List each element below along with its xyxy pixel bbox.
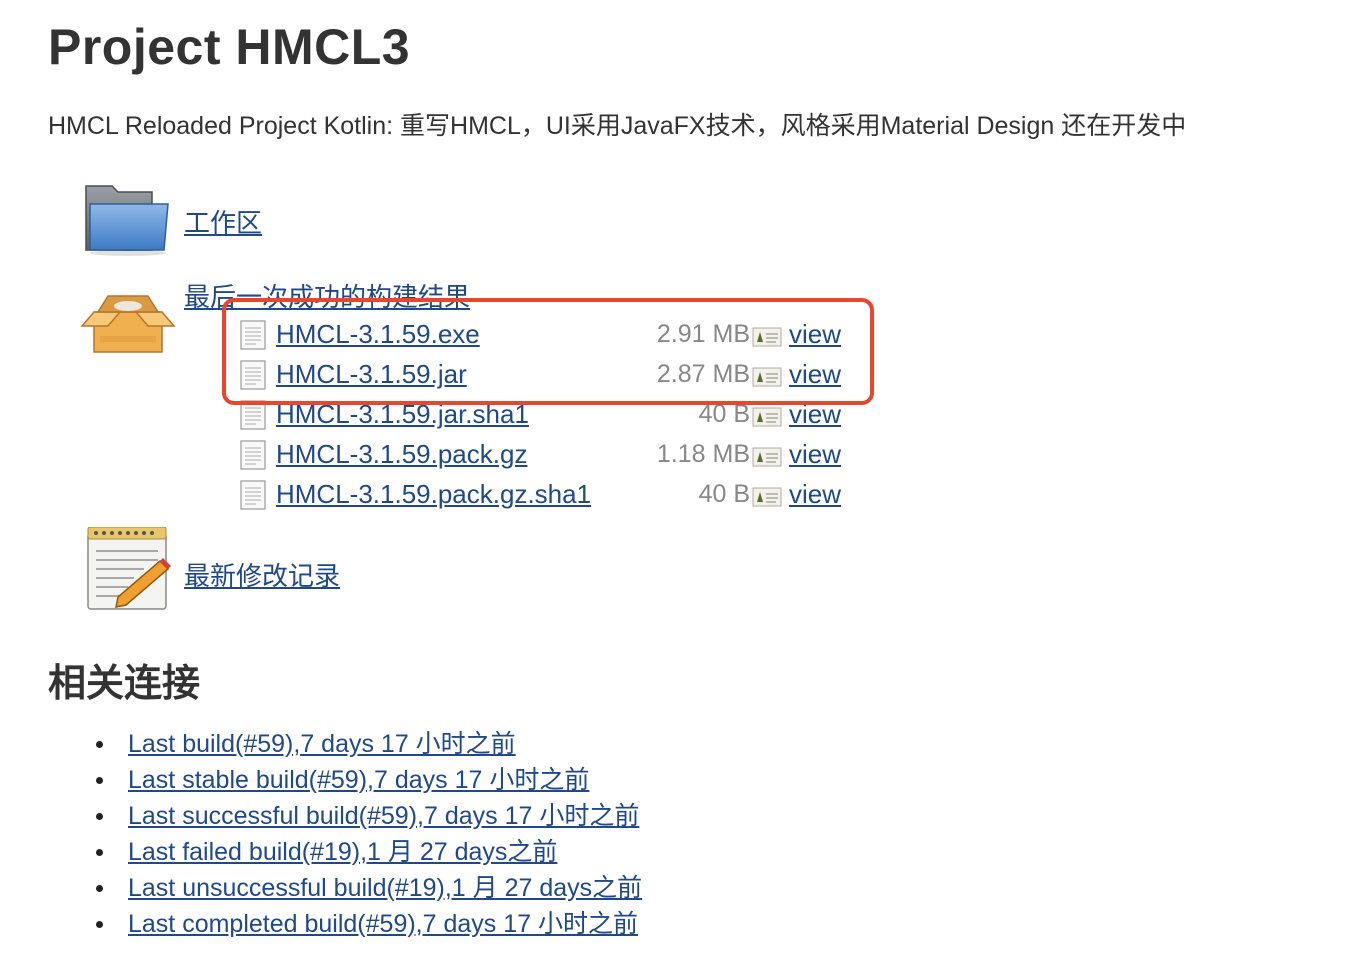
list-item: Last completed build(#59),7 days 17 小时之前: [96, 906, 642, 942]
bullet: [96, 777, 103, 784]
permalink-link[interactable]: Last completed build(#59),7 days 17 小时之前: [128, 910, 638, 938]
package-box-icon: [80, 295, 176, 353]
bullet: [96, 741, 103, 748]
bullet: [96, 921, 103, 928]
bullet: [96, 885, 103, 892]
artifact-link[interactable]: HMCL-3.1.59.pack.gz.sha1: [276, 476, 591, 512]
workspace-link[interactable]: 工作区: [184, 203, 262, 240]
highlight-box: [222, 298, 874, 405]
file-size: 40 B: [698, 480, 750, 508]
bullet: [96, 849, 103, 856]
artifact-link[interactable]: HMCL-3.1.59.pack.gz: [276, 436, 527, 472]
page-title: Project HMCL3: [48, 19, 411, 75]
permalink-link[interactable]: Last unsuccessful build(#19),1 月 27 days…: [128, 874, 642, 902]
artifact-row: HMCL-3.1.59.pack.gz 1.18 MB view: [238, 436, 858, 472]
file-icon: [240, 440, 266, 470]
related-links-list: Last build(#59),7 days 17 小时之前 Last stabl…: [96, 726, 642, 942]
related-links-heading: 相关连接: [48, 663, 201, 705]
project-description: HMCL Reloaded Project Kotlin: 重写HMCL，UI采…: [48, 112, 1187, 140]
artifact-row: HMCL-3.1.59.pack.gz.sha1 40 B view: [238, 476, 858, 512]
file-size: 1.18 MB: [656, 440, 750, 468]
permalink-link[interactable]: Last failed build(#19),1 月 27 days之前: [128, 838, 557, 866]
permalink-link[interactable]: Last stable build(#59),7 days 17 小时之前: [128, 766, 589, 794]
permalink-link[interactable]: Last successful build(#59),7 days 17 小时之…: [128, 802, 639, 830]
notepad-pencil-icon: [87, 527, 171, 610]
list-item: Last failed build(#19),1 月 27 days之前: [96, 834, 642, 870]
list-item: Last unsuccessful build(#19),1 月 27 days…: [96, 870, 642, 906]
bullet: [96, 813, 103, 820]
recent-changes-link[interactable]: 最新修改记录: [184, 556, 340, 593]
view-fingerprint-link[interactable]: view: [789, 476, 841, 512]
list-item: Last build(#59),7 days 17 小时之前: [96, 726, 642, 762]
list-item: Last stable build(#59),7 days 17 小时之前: [96, 762, 642, 798]
fingerprint-icon[interactable]: [752, 407, 782, 427]
fingerprint-icon[interactable]: [752, 487, 782, 507]
file-icon: [240, 480, 266, 510]
view-fingerprint-link[interactable]: view: [789, 436, 841, 472]
list-item: Last successful build(#59),7 days 17 小时之…: [96, 798, 642, 834]
folder-icon: [85, 185, 169, 256]
fingerprint-icon[interactable]: [752, 447, 782, 467]
permalink-link[interactable]: Last build(#59),7 days 17 小时之前: [128, 730, 516, 758]
